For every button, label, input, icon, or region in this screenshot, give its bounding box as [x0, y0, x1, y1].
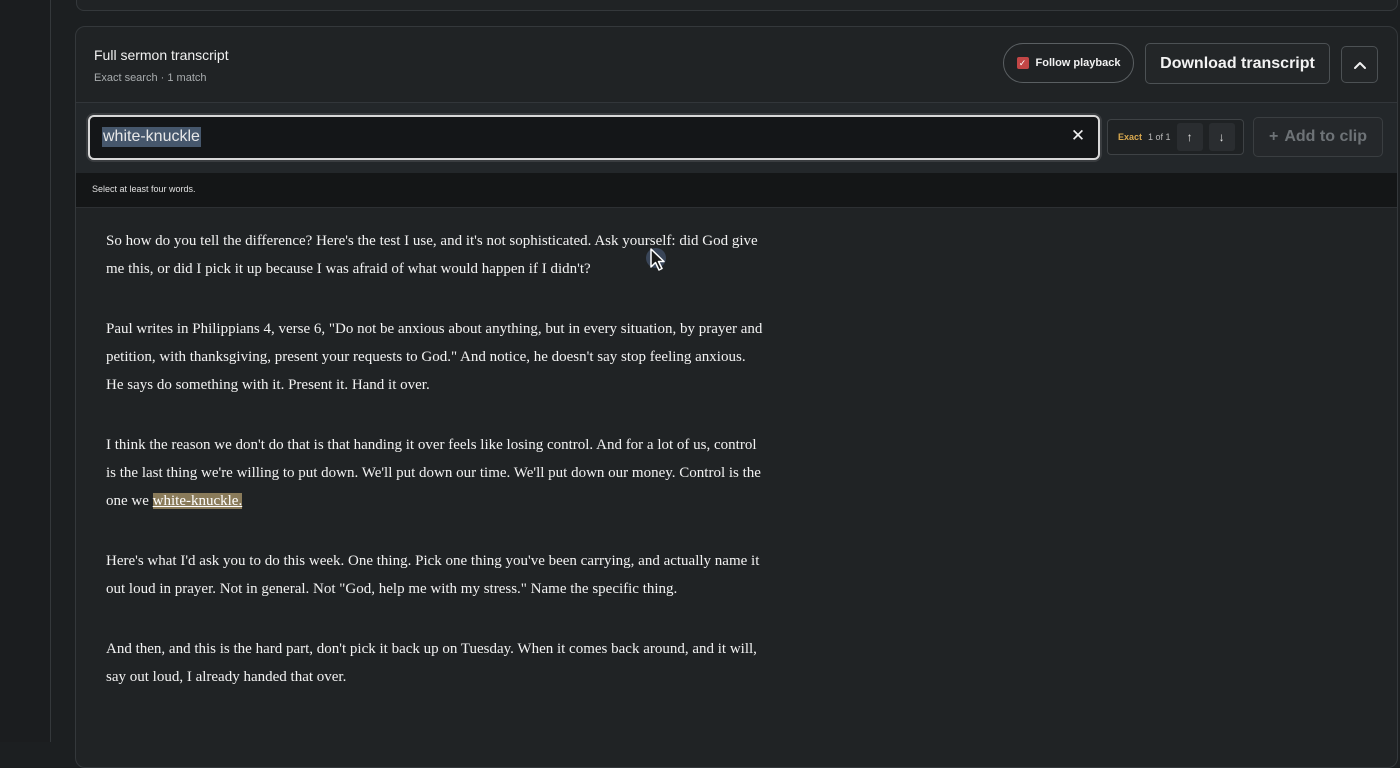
- match-navigator: Exact 1 of 1 ↑ ↓: [1107, 119, 1244, 155]
- selection-hint-bar: Select at least four words.: [76, 173, 1397, 208]
- follow-playback-label: Follow playback: [1035, 57, 1121, 69]
- selection-hint: Select at least four words.: [92, 184, 196, 194]
- exact-mode-badge[interactable]: Exact: [1118, 132, 1142, 142]
- previous-card: [76, 0, 1398, 11]
- download-transcript-button[interactable]: Download transcript: [1145, 43, 1330, 84]
- transcript-body[interactable]: So how do you tell the difference? Here'…: [106, 227, 766, 723]
- search-input-value[interactable]: white-knuckle: [102, 127, 201, 147]
- plus-icon: +: [1269, 128, 1279, 145]
- search-summary: Exact search · 1 match: [94, 72, 207, 84]
- search-input[interactable]: white-knuckle ✕: [88, 115, 1100, 160]
- match-count: 1 of 1: [1148, 132, 1171, 142]
- follow-playback-checkbox[interactable]: ✓: [1016, 57, 1029, 69]
- transcript-panel: Full sermon transcript Exact search · 1 …: [75, 26, 1398, 768]
- add-to-clip-button[interactable]: + Add to clip: [1253, 117, 1383, 157]
- transcript-paragraph[interactable]: Paul writes in Philippians 4, verse 6, "…: [106, 315, 766, 399]
- left-rail: [0, 0, 51, 742]
- search-row: white-knuckle ✕ Exact 1 of 1 ↑ ↓ + Add t…: [76, 102, 1397, 174]
- panel-header: Full sermon transcript Exact search · 1 …: [76, 27, 1397, 102]
- chevron-up-icon: [1353, 61, 1366, 69]
- mouse-cursor-icon: [646, 248, 666, 271]
- search-match-highlight[interactable]: white-knuckle.: [152, 493, 243, 509]
- clear-search-icon[interactable]: ✕: [1070, 126, 1086, 145]
- previous-match-button[interactable]: ↑: [1176, 123, 1203, 151]
- transcript-paragraph[interactable]: Here's what I'd ask you to do this week.…: [106, 547, 766, 603]
- follow-playback-toggle[interactable]: ✓ Follow playback: [1003, 43, 1134, 83]
- collapse-button[interactable]: [1341, 46, 1378, 83]
- panel-title: Full sermon transcript: [94, 47, 229, 63]
- transcript-paragraph[interactable]: And then, and this is the hard part, don…: [106, 635, 766, 691]
- add-to-clip-label: Add to clip: [1284, 128, 1367, 145]
- transcript-paragraph[interactable]: I think the reason we don't do that is t…: [106, 431, 766, 515]
- next-match-button[interactable]: ↓: [1208, 123, 1235, 151]
